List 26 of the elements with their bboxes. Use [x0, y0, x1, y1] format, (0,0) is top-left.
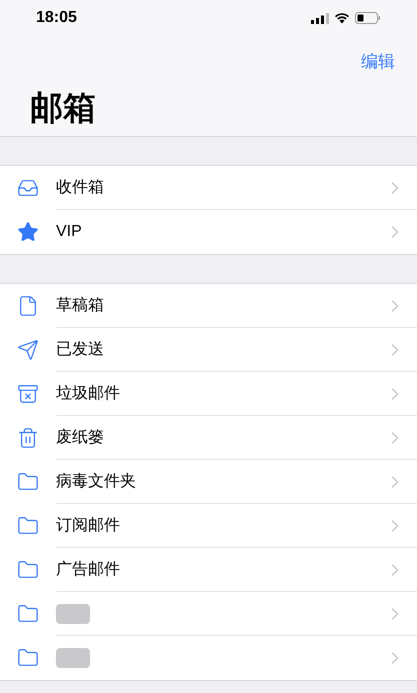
tray-icon [17, 177, 39, 199]
mailbox-label[interactable]: 收件箱 [56, 178, 104, 196]
battery-icon [355, 12, 381, 24]
wifi-icon [334, 12, 350, 24]
folder-icon [17, 515, 39, 537]
mailbox-label[interactable]: VIP [56, 223, 82, 240]
mailbox-label[interactable]: 草稿箱 [56, 296, 104, 314]
page-title: 邮箱 [30, 88, 96, 128]
folder-icon [17, 603, 39, 625]
document-icon [17, 295, 39, 317]
folder-icon [17, 471, 39, 493]
mailbox-label[interactable]: 订阅邮件 [56, 516, 120, 534]
paper-plane-icon [17, 339, 39, 361]
box-with-x-icon [17, 383, 39, 405]
trash-icon [17, 427, 39, 449]
status-time: 18:05 [36, 8, 77, 28]
mailbox-label[interactable]: 病毒文件夹 [56, 472, 136, 490]
star-icon [17, 221, 39, 243]
signal-icon [311, 12, 329, 24]
folder-icon [17, 647, 39, 669]
mailbox-label[interactable]: 广告邮件 [56, 560, 120, 578]
folder-icon [17, 559, 39, 581]
mailbox-label[interactable]: 废纸篓 [56, 428, 104, 446]
mailbox-label[interactable]: 垃圾邮件 [56, 384, 120, 402]
edit-button[interactable]: 编辑 [361, 49, 395, 75]
mailbox-label[interactable]: 已发送 [56, 340, 104, 358]
